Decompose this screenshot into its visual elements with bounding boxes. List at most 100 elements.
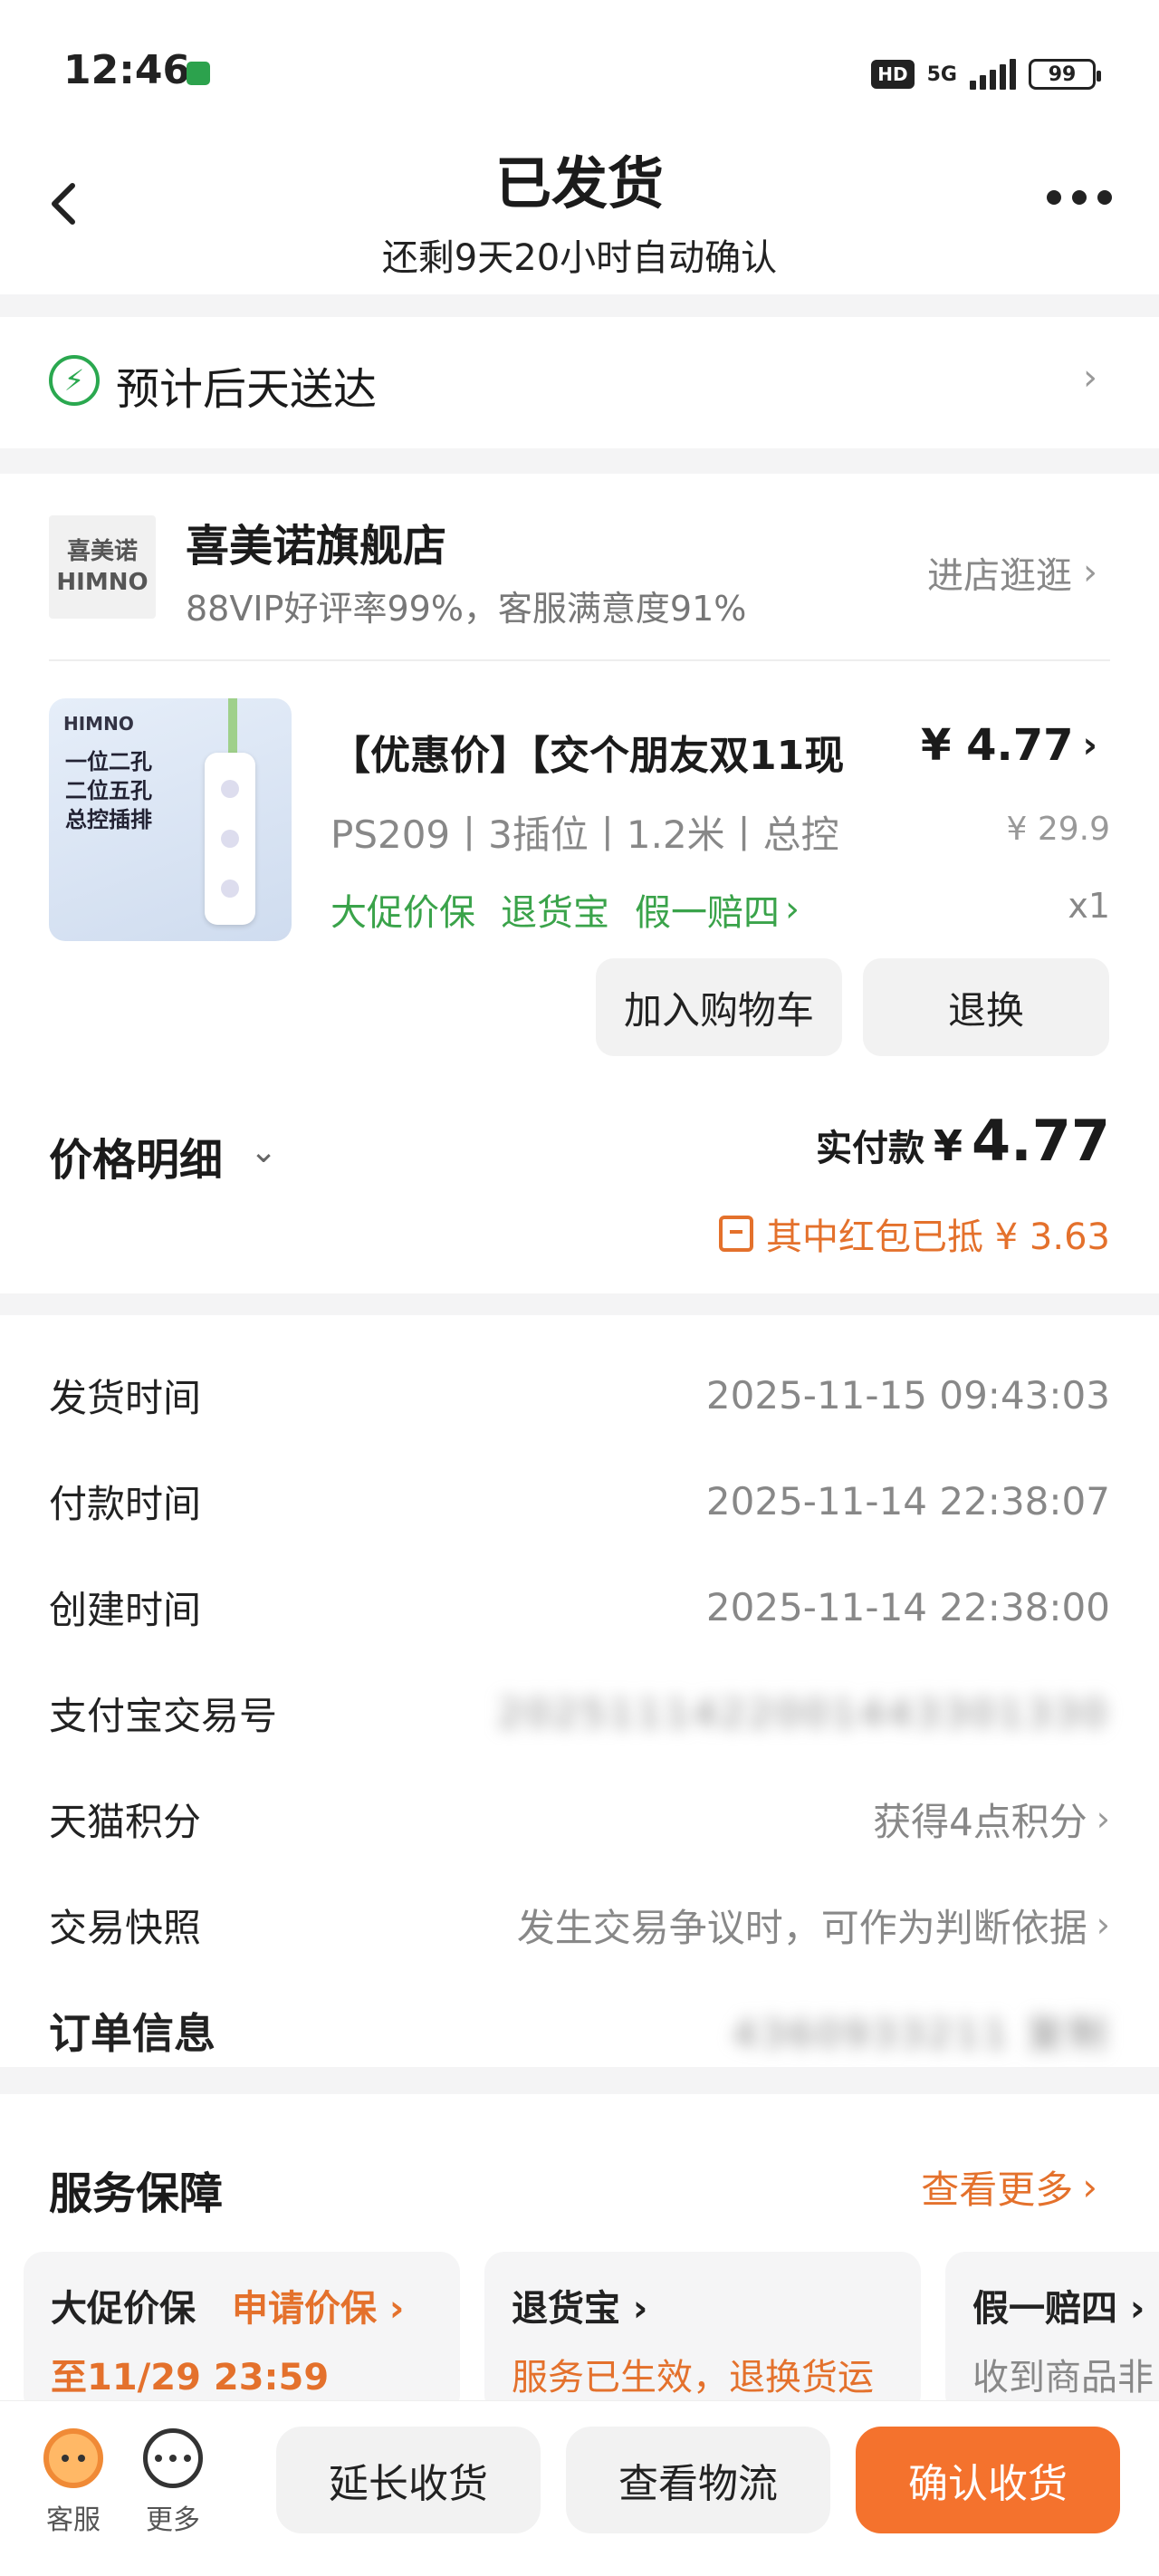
product-image-line: 二位五孔 — [65, 778, 152, 803]
delivery-estimate-text: 预计后天送达 — [116, 364, 378, 415]
paid-label: 实付款 — [816, 1128, 924, 1169]
order-no-value: 4360933211 复制 — [733, 2011, 1110, 2056]
shop-name[interactable]: 喜美诺旗舰店 — [186, 510, 446, 573]
product-spec: PS209丨3插位丨1.2米丨总控 — [330, 812, 839, 857]
paid-currency: ¥ — [934, 1121, 963, 1170]
product-price[interactable]: ¥ 4.77 › — [921, 720, 1097, 771]
red-packet-icon — [719, 1216, 754, 1252]
hd-icon: HD — [871, 60, 915, 89]
page-header: 已发货 还剩9天20小时自动确认 — [0, 127, 1159, 294]
service-card-price-protect[interactable]: 大促价保 申请价保 › 至11/29 23:59 — [24, 2252, 460, 2402]
paid-amount: 实付款 ¥ 4.77 — [816, 1108, 1110, 1174]
chevron-down-icon[interactable]: ⌄ — [250, 1133, 277, 1170]
more-label: 更多 — [146, 2504, 200, 2536]
network-label: 5G — [926, 62, 957, 86]
shop-logo[interactable]: 喜美诺 HIMNO — [49, 515, 156, 619]
notification-icon — [187, 62, 210, 85]
shop-stats: 88VIP好评率99%，客服满意度91% — [186, 589, 747, 629]
chevron-right-icon: › — [1096, 1799, 1110, 1839]
product-image-line: 一位二孔 — [65, 749, 152, 774]
order-card: 喜美诺 HIMNO 喜美诺旗舰店 88VIP好评率99%，客服满意度91% 进店… — [0, 474, 1159, 1293]
original-price: ¥ 29.9 — [1006, 811, 1110, 848]
ship-time-row: 发货时间 2025-11-15 09:43:03 — [49, 1368, 1110, 1422]
tmall-points-text: 获得4点积分 — [873, 1799, 1087, 1844]
service-card-title: 假一赔四 — [972, 2288, 1117, 2330]
service-card-return-insurance[interactable]: 退货宝 › 服务已生效，退换货运 — [484, 2252, 921, 2402]
lightning-icon: ⚡ — [49, 355, 100, 406]
extend-receipt-button[interactable]: 延长收货 — [276, 2427, 541, 2533]
service-card-title: 大促价保 — [51, 2288, 196, 2330]
snapshot-value: 发生交易争议时，可作为判断依据 › — [517, 1898, 1110, 1953]
chevron-right-icon: › — [1083, 552, 1097, 593]
ship-time-value: 2025-11-15 09:43:03 — [705, 1372, 1110, 1418]
service-guarantee-section: 服务保障 查看更多 › 大促价保 申请价保 › 至11/29 23:59 退货宝… — [0, 2094, 1159, 2402]
chevron-right-icon: › — [1082, 2165, 1097, 2209]
service-card-title: 退货宝 — [512, 2288, 620, 2330]
enter-store-link[interactable]: 进店逛逛 › — [927, 546, 1097, 599]
red-packet-deduction[interactable]: 其中红包已抵 ¥ 3.63 — [719, 1207, 1110, 1260]
price-detail-toggle[interactable]: 价格明细 — [49, 1124, 223, 1187]
page-title: 已发货 — [494, 150, 664, 216]
tag-fake-compensation: 假一赔四 › — [635, 883, 800, 936]
bottom-action-bar: 客服 更多 延长收货 查看物流 确认收货 — [0, 2400, 1159, 2576]
service-card-sub: 收到商品非 — [972, 2357, 1154, 2398]
product-image-line: 总控插排 — [65, 807, 152, 832]
confirm-receipt-button[interactable]: 确认收货 — [856, 2427, 1120, 2533]
pay-time-value: 2025-11-14 22:38:07 — [705, 1478, 1110, 1523]
chevron-right-icon: › — [1117, 2288, 1145, 2330]
delivery-estimate-row[interactable]: ⚡ 预计后天送达 › — [0, 317, 1159, 448]
view-more-link[interactable]: 查看更多 › — [921, 2159, 1097, 2215]
tag-price-protect: 大促价保 — [330, 892, 475, 934]
alipay-no-value: 2025111422001443301330 — [498, 1690, 1110, 1735]
chevron-right-icon: › — [377, 2288, 405, 2330]
refund-exchange-button[interactable]: 退换 — [863, 958, 1109, 1056]
product-image-brand: HIMNO — [63, 713, 134, 735]
product-price-value: ¥ 4.77 — [920, 720, 1074, 771]
signal-icon — [970, 59, 1016, 90]
more-button[interactable]: 更多 — [141, 2428, 205, 2537]
system-icons: HD 5G 99 — [871, 56, 1101, 92]
status-time: 12:46 — [63, 47, 191, 93]
ship-time-label: 发货时间 — [49, 1375, 202, 1420]
service-card-fake-compensation[interactable]: 假一赔四 › 收到商品非 — [945, 2252, 1159, 2402]
add-to-cart-button[interactable]: 加入购物车 — [596, 958, 842, 1056]
shop-logo-en: HIMNO — [56, 569, 148, 596]
create-time-label: 创建时间 — [49, 1587, 202, 1632]
create-time-value: 2025-11-14 22:38:00 — [705, 1584, 1110, 1629]
more-options-icon[interactable] — [1047, 190, 1112, 205]
apply-price-protect-link[interactable]: 申请价保 — [232, 2288, 377, 2330]
customer-service-icon — [43, 2428, 103, 2488]
customer-service-button[interactable]: 客服 — [42, 2428, 105, 2537]
red-packet-text: 其中红包已抵 ¥ 3.63 — [766, 1216, 1110, 1258]
chevron-right-icon: › — [1082, 725, 1097, 766]
tmall-points-row[interactable]: 天猫积分 获得4点积分 › — [49, 1792, 1110, 1846]
service-card-sub: 服务已生效，退换货运 — [512, 2357, 874, 2398]
tag-fake-compensation-label: 假一赔四 — [635, 892, 780, 934]
order-no-row[interactable]: 订单信息 4360933211 复制 — [49, 2004, 1110, 2058]
paid-value: 4.77 — [972, 1108, 1110, 1174]
pay-time-row: 付款时间 2025-11-14 22:38:07 — [49, 1474, 1110, 1528]
battery-icon: 99 — [1029, 59, 1101, 90]
service-title: 服务保障 — [49, 2168, 224, 2219]
view-more-label: 查看更多 — [921, 2167, 1074, 2212]
snapshot-row[interactable]: 交易快照 发生交易争议时，可作为判断依据 › — [49, 1898, 1110, 1952]
snapshot-text: 发生交易争议时，可作为判断依据 — [516, 1905, 1087, 1950]
battery-level: 99 — [1048, 62, 1077, 86]
service-tags[interactable]: 大促价保 退货宝 假一赔四 › — [330, 883, 800, 936]
product-image[interactable]: HIMNO 一位二孔 二位五孔 总控插排 — [49, 698, 292, 941]
product-title[interactable]: 【优惠价】【交个朋友双11现 — [330, 723, 892, 781]
chevron-right-icon: › — [785, 889, 800, 930]
alipay-no-row[interactable]: 支付宝交易号 2025111422001443301330 — [49, 1686, 1110, 1740]
snapshot-label: 交易快照 — [49, 1905, 202, 1950]
power-strip-illustration — [205, 753, 255, 925]
view-logistics-button[interactable]: 查看物流 — [566, 2427, 830, 2533]
order-info-section: 发货时间 2025-11-15 09:43:03 付款时间 2025-11-14… — [0, 1315, 1159, 2067]
create-time-row: 创建时间 2025-11-14 22:38:00 — [49, 1580, 1110, 1634]
status-bar: 12:46 HD 5G 99 — [0, 0, 1159, 145]
divider — [49, 659, 1110, 661]
alipay-no-label: 支付宝交易号 — [49, 1693, 278, 1738]
chevron-right-icon: › — [620, 2288, 648, 2330]
customer-service-label: 客服 — [46, 2504, 101, 2536]
auto-confirm-countdown: 还剩9天20小时自动确认 — [381, 237, 778, 279]
tag-return-insurance: 退货宝 — [501, 892, 609, 934]
